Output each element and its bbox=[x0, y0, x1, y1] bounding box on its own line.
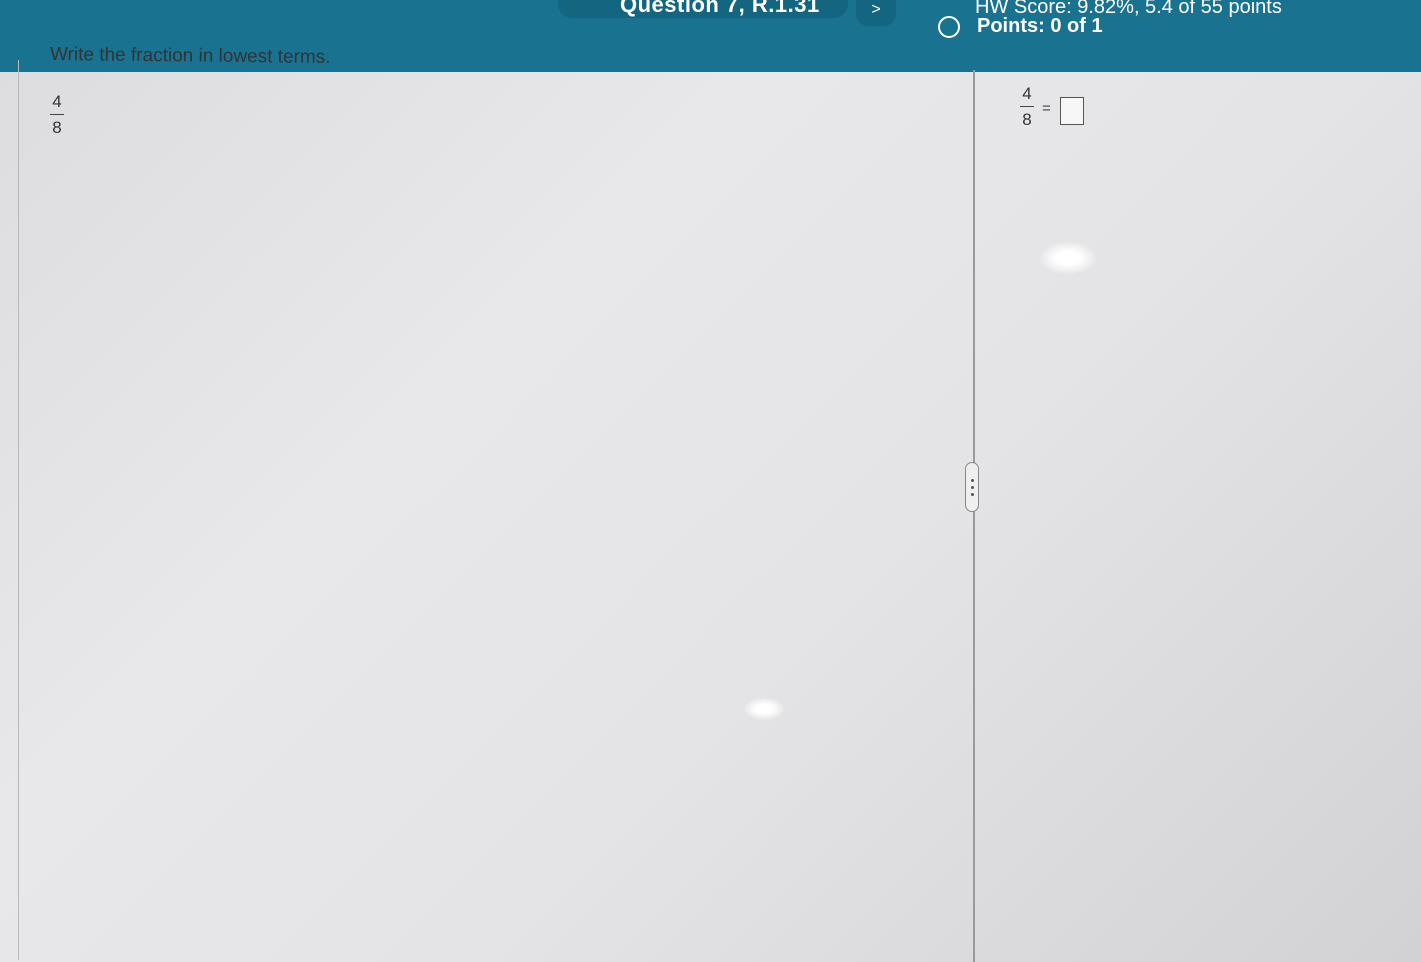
panel-divider[interactable] bbox=[973, 70, 975, 962]
question-fraction: 4 8 bbox=[50, 92, 64, 137]
question-title: Question 7, R.1.31 bbox=[620, 0, 820, 17]
fraction-bar bbox=[50, 114, 64, 115]
handle-dot bbox=[970, 478, 974, 482]
question-instruction: Write the fraction in lowest terms. bbox=[49, 44, 331, 68]
handle-dot bbox=[970, 492, 974, 496]
equals-sign: = bbox=[1042, 100, 1051, 117]
answer-fraction: 4 8 bbox=[1020, 84, 1034, 129]
answer-input[interactable] bbox=[1060, 97, 1084, 125]
points-label: Points: 0 of 1 bbox=[977, 15, 1103, 37]
fraction-denominator: 8 bbox=[52, 118, 62, 137]
answer-fraction-numerator: 4 bbox=[1022, 84, 1032, 103]
points-status-icon bbox=[938, 16, 960, 38]
drag-handle-icon[interactable] bbox=[965, 462, 979, 512]
answer-fraction-denominator: 8 bbox=[1022, 110, 1032, 129]
screen-glare bbox=[744, 698, 784, 720]
fraction-numerator: 4 bbox=[52, 92, 62, 111]
question-area bbox=[0, 44, 1421, 962]
handle-dot bbox=[970, 485, 974, 489]
left-panel-border bbox=[18, 60, 19, 960]
answer-fraction-bar bbox=[1020, 106, 1034, 107]
screen-glare bbox=[1040, 242, 1096, 274]
next-question-button[interactable]: > bbox=[856, 0, 896, 26]
